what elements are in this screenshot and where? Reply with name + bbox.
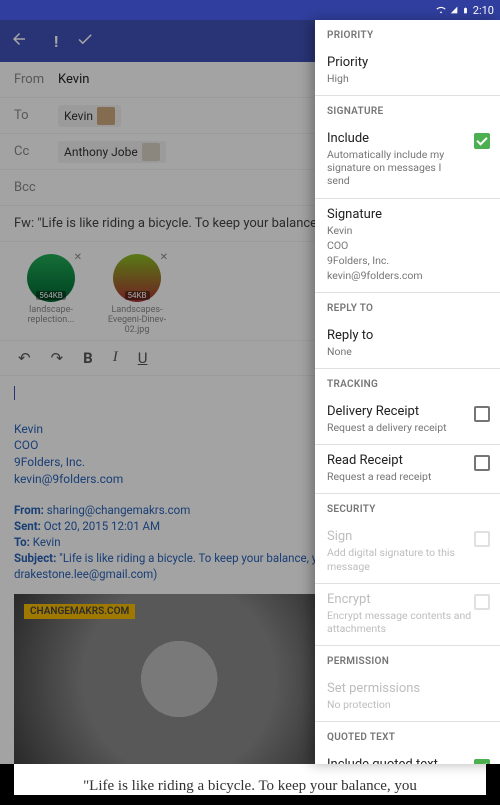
checkbox-icon — [474, 594, 490, 610]
encrypt-option: Encrypt Encrypt message contents and att… — [315, 584, 500, 645]
permissions-option: Set permissions No protection — [315, 673, 500, 721]
sign-option: Sign Add digital signature to this messa… — [315, 521, 500, 582]
checkbox-icon — [474, 531, 490, 547]
include-signature-option[interactable]: Include Automatically include my signatu… — [315, 123, 500, 197]
quote-text: "Life is like riding a bicycle. To keep … — [14, 764, 486, 795]
checkbox-icon[interactable] — [474, 133, 490, 149]
reply-to-option[interactable]: Reply to None — [315, 320, 500, 368]
priority-option[interactable]: Priority High — [315, 47, 500, 95]
delivery-receipt-option[interactable]: Delivery Receipt Request a delivery rece… — [315, 396, 500, 444]
signature-option[interactable]: Signature Kevin COO 9Folders, Inc. kevin… — [315, 199, 500, 293]
checkbox-icon[interactable] — [474, 406, 490, 422]
checkbox-icon[interactable] — [474, 759, 490, 764]
clock: 2:10 — [473, 4, 494, 17]
signal-icon — [450, 5, 458, 15]
checkbox-icon[interactable] — [474, 455, 490, 471]
wifi-icon — [436, 5, 446, 15]
status-bar: 2:10 — [0, 0, 500, 20]
options-drawer: PRIORITY Priority High SIGNATURE Include… — [315, 20, 500, 764]
read-receipt-option[interactable]: Read Receipt Request a read receipt — [315, 445, 500, 493]
battery-icon — [462, 5, 469, 16]
quoted-text-option[interactable]: Include quoted text — [315, 749, 500, 764]
